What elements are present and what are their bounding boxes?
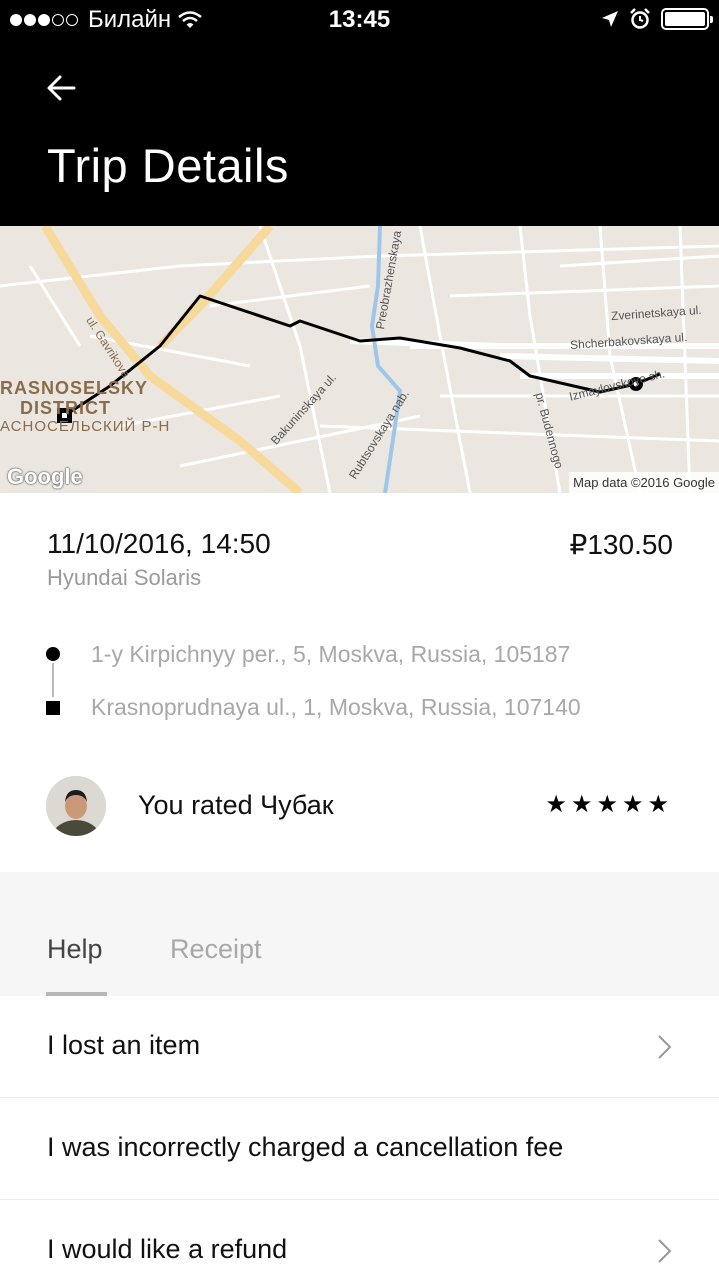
page-title: Trip Details xyxy=(47,139,289,192)
dropoff-square-icon xyxy=(46,701,60,715)
tab-help[interactable]: Help xyxy=(47,934,103,965)
help-item-lost-item[interactable]: I lost an item xyxy=(0,996,719,1098)
trip-datetime: 11/10/2016, 14:50 xyxy=(47,528,271,559)
help-item-label: I lost an item xyxy=(47,1030,201,1060)
google-logo: Google xyxy=(7,464,83,489)
tab-receipt[interactable]: Receipt xyxy=(170,934,262,965)
trip-map[interactable]: ul. Gavrikova Preobrazhenskaya Zverinets… xyxy=(0,226,719,493)
rating-text: You rated Чубак xyxy=(138,790,334,820)
help-item-cancellation-fee[interactable]: I was incorrectly charged a cancellation… xyxy=(0,1098,719,1200)
chevron-right-icon xyxy=(658,1035,672,1059)
battery-icon xyxy=(661,8,713,30)
driver-photo xyxy=(46,776,106,836)
driver-avatar xyxy=(46,776,106,836)
help-item-refund[interactable]: I would like a refund xyxy=(0,1200,719,1280)
trip-car: Hyundai Solaris xyxy=(47,565,202,590)
help-item-label: I would like a refund xyxy=(47,1234,288,1264)
map-attribution: Map data ©2016 Google xyxy=(569,472,719,493)
location-arrow-icon xyxy=(602,11,618,27)
status-right xyxy=(601,8,713,30)
help-item-label: I was incorrectly charged a cancellation… xyxy=(47,1132,564,1162)
district-label-line2: DISTRICT xyxy=(20,398,111,418)
district-label-line1: RASNOSELSKY xyxy=(0,378,149,398)
chevron-right-icon xyxy=(658,1239,672,1263)
district-label-ru: АСНОСЕЛЬСКИЙ Р-Н xyxy=(0,418,171,435)
dropoff-address: Krasnoprudnaya ul., 1, Moskva, Russia, 1… xyxy=(91,694,581,720)
pickup-address: 1-y Kirpichnyy per., 5, Moskva, Russia, … xyxy=(91,641,571,667)
route-connector xyxy=(52,663,54,697)
tabs-bar: Help Receipt xyxy=(0,872,719,996)
header: Trip Details xyxy=(0,40,719,226)
arrow-left-icon xyxy=(47,75,76,101)
rating-stars: ★★★★★ xyxy=(545,791,673,818)
trip-price: ₽130.50 xyxy=(569,529,673,560)
alarm-clock-icon xyxy=(630,8,650,29)
status-bar: Билайн 13:45 xyxy=(0,0,719,40)
pickup-dot-icon xyxy=(46,647,60,661)
back-button[interactable] xyxy=(40,68,86,108)
